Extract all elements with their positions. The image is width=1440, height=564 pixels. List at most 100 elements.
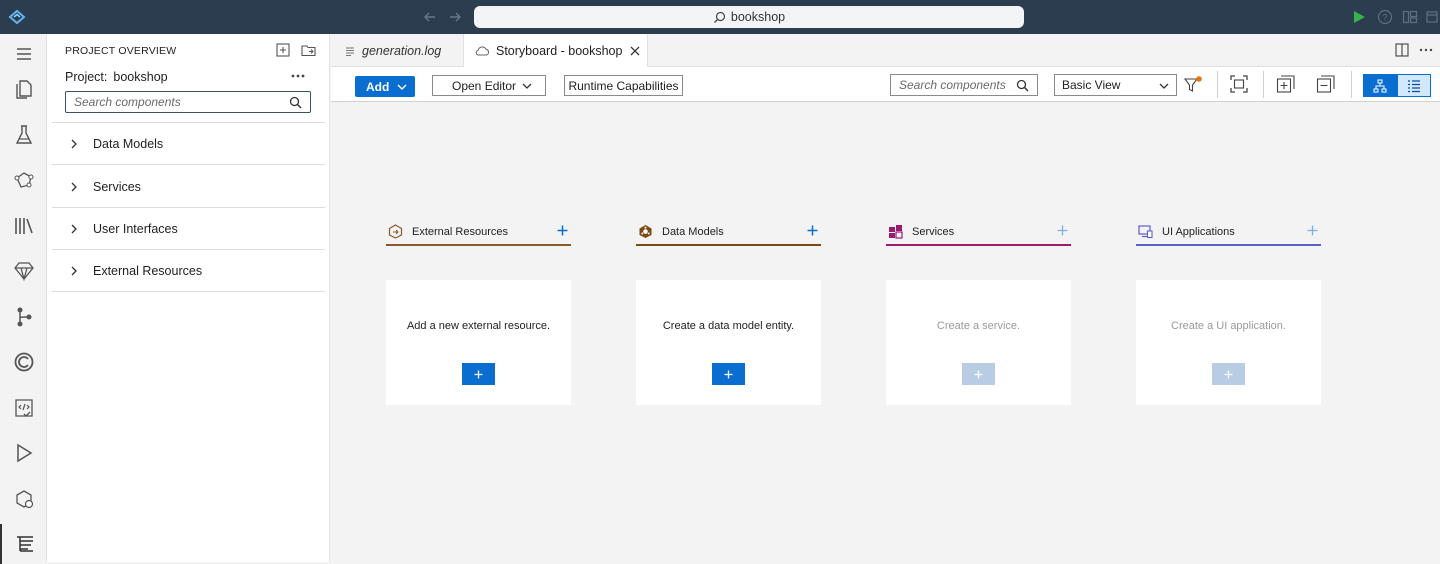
source-control-icon[interactable] — [0, 297, 47, 337]
activity-bar — [0, 34, 47, 564]
more-actions-icon[interactable] — [1419, 48, 1433, 52]
tree-item-services[interactable]: Services — [52, 166, 325, 208]
chevron-down-icon — [522, 83, 532, 89]
plus-icon — [474, 370, 483, 378]
flask-icon[interactable] — [0, 115, 47, 155]
search-icon — [713, 11, 726, 24]
diamond-icon[interactable] — [0, 251, 47, 291]
fit-to-screen-icon[interactable] — [1229, 74, 1249, 94]
chevron-down-icon — [397, 84, 407, 90]
window-controls-icon[interactable] — [1425, 9, 1440, 25]
diagram-view-toggle[interactable] — [1363, 74, 1397, 97]
column-underline — [636, 244, 821, 246]
empty-state-card: Create a service. — [886, 280, 1071, 405]
graph-icon[interactable] — [0, 160, 47, 200]
tree-item-label: External Resources — [93, 263, 203, 278]
chevron-right-icon — [71, 224, 77, 233]
title-bar: bookshop ? — [0, 0, 1440, 34]
plus-icon — [724, 370, 733, 378]
column-header: Services — [886, 220, 1071, 243]
empty-state-card: Create a UI application. — [1136, 280, 1321, 405]
arrow-right-icon[interactable] — [447, 9, 463, 25]
plus-icon[interactable] — [557, 225, 568, 236]
command-center-search[interactable]: bookshop — [474, 6, 1024, 28]
column-title: Services — [912, 225, 955, 238]
add-ui-application-button[interactable] — [1212, 363, 1245, 385]
column-services: Services Create a service. — [886, 220, 1071, 405]
arrow-left-icon[interactable] — [422, 9, 438, 25]
deploy-icon[interactable] — [0, 479, 47, 519]
empty-state-text: Create a data model entity. — [662, 320, 795, 332]
column-title: UI Applications — [1162, 225, 1235, 238]
search-components-input[interactable] — [66, 92, 310, 112]
cloud-foundry-icon[interactable] — [0, 342, 47, 382]
add-external-resource-button[interactable] — [462, 363, 495, 385]
collapse-all-icon[interactable] — [1316, 74, 1336, 94]
plus-icon[interactable] — [807, 225, 818, 236]
list-icon — [1408, 79, 1420, 92]
run-icon[interactable] — [1352, 10, 1366, 24]
menu-icon[interactable] — [0, 34, 47, 74]
expand-all-icon[interactable] — [1276, 74, 1296, 94]
new-file-icon[interactable] — [276, 43, 290, 57]
code-check-icon[interactable] — [0, 388, 47, 428]
column-underline — [1136, 244, 1321, 246]
column-title: Data Models — [662, 225, 724, 238]
close-icon[interactable] — [630, 46, 640, 56]
tree-item-data-models[interactable]: Data Models — [52, 123, 325, 165]
add-data-model-button[interactable] — [712, 363, 745, 385]
empty-state-card: Add a new external resource. — [386, 280, 571, 405]
library-icon[interactable] — [0, 206, 47, 246]
tree-item-label: Services — [93, 179, 141, 194]
list-view-toggle[interactable] — [1397, 74, 1431, 97]
view-select-value: Basic View — [1062, 78, 1121, 92]
search-icon[interactable] — [1016, 79, 1029, 92]
explorer-icon[interactable] — [0, 69, 47, 109]
plus-icon[interactable] — [1057, 225, 1068, 236]
filter-icon[interactable] — [1183, 75, 1203, 95]
tree-item-user-interfaces[interactable]: User Interfaces — [52, 208, 325, 250]
new-folder-icon[interactable] — [301, 43, 316, 57]
plus-icon — [1224, 370, 1233, 378]
chevron-down-icon — [1159, 83, 1169, 89]
help-icon[interactable]: ? — [1377, 9, 1393, 25]
column-title: External Resources — [412, 225, 508, 238]
layout-icon[interactable] — [1402, 9, 1418, 25]
app-logo-icon — [8, 9, 26, 25]
run-debug-icon[interactable] — [0, 433, 47, 473]
panel-search-field[interactable] — [65, 91, 311, 113]
tree-item-external-resources[interactable]: External Resources — [52, 250, 325, 292]
chevron-right-icon — [71, 266, 77, 275]
column-header: External Resources — [386, 220, 571, 243]
tab-label: Storyboard - bookshop — [496, 44, 623, 58]
add-button[interactable]: Add — [355, 76, 415, 97]
toolbar-search-field[interactable] — [890, 74, 1038, 96]
tree-item-label: Data Models — [93, 136, 164, 151]
divider — [1351, 71, 1352, 98]
chevron-right-icon — [71, 182, 77, 191]
more-options-icon[interactable] — [290, 71, 306, 81]
column-header: Data Models — [636, 220, 821, 243]
search-icon[interactable] — [289, 96, 302, 109]
plus-icon[interactable] — [1307, 225, 1318, 236]
plus-icon — [974, 370, 983, 378]
add-service-button[interactable] — [962, 363, 995, 385]
tab-generation-log[interactable]: generation.log — [331, 34, 464, 67]
editor-area: generation.log Storyboard - bookshop Add… — [331, 34, 1440, 562]
empty-state-text: Create a UI application. — [1171, 320, 1286, 332]
runtime-capabilities-button[interactable]: Runtime Capabilities — [564, 75, 683, 96]
cloud-icon — [475, 46, 490, 56]
storyboard-icon[interactable] — [0, 524, 47, 564]
storyboard-toolbar: Add Open Editor Runtime Capabilities Bas… — [331, 67, 1440, 102]
empty-state-text: Add a new external resource. — [406, 320, 551, 332]
column-underline — [886, 244, 1071, 246]
open-editor-button[interactable]: Open Editor — [432, 75, 546, 96]
view-select[interactable]: Basic View — [1054, 74, 1177, 96]
panel-title: PROJECT OVERVIEW — [65, 45, 177, 57]
data-model-icon — [639, 225, 652, 238]
split-editor-icon[interactable] — [1395, 43, 1409, 57]
ui-application-icon — [1138, 225, 1153, 239]
tab-storyboard[interactable]: Storyboard - bookshop — [464, 34, 648, 68]
hierarchy-icon — [1373, 79, 1387, 92]
runtime-capabilities-label: Runtime Capabilities — [568, 78, 679, 93]
